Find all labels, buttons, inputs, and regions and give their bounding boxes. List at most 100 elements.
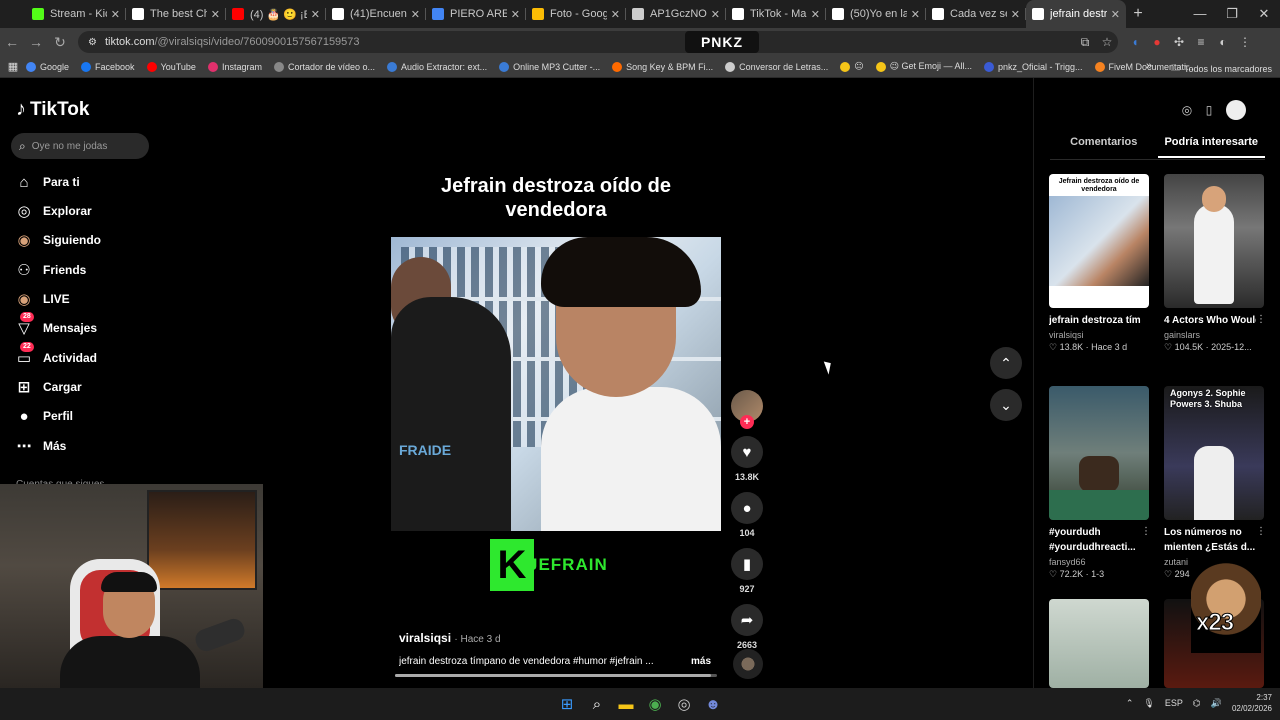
- author-name[interactable]: viralsiqsi: [399, 631, 451, 645]
- music-disc[interactable]: [733, 649, 763, 679]
- browser-tab[interactable]: AP1GczNOfl7a ✕: [626, 0, 726, 28]
- card-more-icon[interactable]: ⋮: [1141, 526, 1151, 537]
- sidebar-item-ms[interactable]: ⋯ Más: [14, 434, 67, 458]
- browser-tab[interactable]: (4) 🎂 🙂 ¡BRD ✕: [226, 0, 326, 28]
- search-input[interactable]: ⌕ Oye no me jodas: [11, 133, 149, 159]
- install-app-icon[interactable]: ⧉: [1074, 35, 1096, 50]
- coin-icon[interactable]: ◎: [1176, 103, 1198, 117]
- profile-avatar-icon[interactable]: ◐: [1212, 31, 1234, 53]
- video-progress-bar[interactable]: [395, 674, 717, 677]
- card-user[interactable]: viralsiqsi: [1049, 330, 1151, 340]
- suggested-card[interactable]: [1049, 599, 1151, 688]
- suggested-card[interactable]: Agonys 2. Sophie Powers 3. Shuba Los núm…: [1164, 386, 1266, 580]
- sidebar-item-siguiendo[interactable]: ◉ Siguiendo: [14, 228, 101, 252]
- apps-grid-icon[interactable]: ▦: [0, 60, 26, 73]
- tab-close-icon[interactable]: ✕: [211, 8, 220, 21]
- tab-close-icon[interactable]: ✕: [111, 8, 120, 21]
- sidebar-item-perfil[interactable]: ● Perfil: [14, 404, 73, 428]
- browser-tab[interactable]: (50)Yo en la vid ✕: [826, 0, 926, 28]
- video-author[interactable]: viralsiqsi · Hace 3 d: [399, 631, 501, 645]
- author-avatar[interactable]: +: [731, 390, 763, 429]
- follow-plus-icon[interactable]: +: [740, 415, 754, 429]
- bookmark-item[interactable]: Facebook: [81, 61, 135, 72]
- card-thumbnail[interactable]: [1049, 599, 1149, 688]
- new-tab-button[interactable]: +: [1126, 5, 1150, 23]
- sidebar-item-parati[interactable]: ⌂ Para ti: [14, 170, 79, 194]
- tab-close-icon[interactable]: ✕: [311, 8, 320, 21]
- sidebar-item-actividad[interactable]: ▭ 22 Actividad: [14, 342, 97, 370]
- volume-icon[interactable]: 🔊: [1211, 698, 1222, 709]
- device-icon[interactable]: ▯: [1198, 103, 1220, 117]
- bookmark-item[interactable]: Audio Extractor: ext...: [387, 61, 487, 72]
- site-info-icon[interactable]: ⚙: [88, 37, 97, 48]
- bookmark-item[interactable]: 😐: [840, 61, 864, 72]
- browser-tab[interactable]: jefrain destroza ✕: [1026, 0, 1126, 28]
- extension-record-icon[interactable]: ●: [1146, 31, 1168, 53]
- sidebar-item-cargar[interactable]: ⊞ Cargar: [14, 375, 82, 399]
- card-user[interactable]: gainslars: [1164, 330, 1266, 340]
- restore-icon[interactable]: ❐: [1216, 6, 1248, 22]
- mic-icon[interactable]: 🎙: [1143, 698, 1154, 709]
- tab-suggested[interactable]: Podría interesarte: [1157, 136, 1265, 158]
- media-control-icon[interactable]: ≡: [1190, 31, 1212, 53]
- browser-tab[interactable]: TikTok - Make ✕: [726, 0, 826, 28]
- browser-tab[interactable]: PIERO ARENAS ✕: [426, 0, 526, 28]
- extension-audio-icon[interactable]: ◖: [1124, 31, 1146, 53]
- windows-start-icon[interactable]: ⊞: [553, 690, 581, 718]
- close-window-icon[interactable]: ✕: [1248, 6, 1280, 22]
- tab-close-icon[interactable]: ✕: [811, 8, 820, 21]
- bookmark-item[interactable]: 😉 Get Emoji — All...: [875, 61, 972, 72]
- minimize-icon[interactable]: —: [1184, 6, 1216, 22]
- card-user[interactable]: fansyd66: [1049, 557, 1151, 567]
- card-thumbnail[interactable]: Jefrain destroza oído de vendedora: [1049, 174, 1149, 308]
- sidebar-item-friends[interactable]: ⚇ Friends: [14, 258, 86, 282]
- bookmarks-overflow-icon[interactable]: »: [1146, 60, 1152, 72]
- back-icon[interactable]: ←: [0, 34, 24, 50]
- suggested-card[interactable]: 4 Actors Who Wouldn't Really... gainslar…: [1164, 174, 1266, 353]
- all-bookmarks-button[interactable]: 🗀 Todos los marcadores: [1171, 61, 1272, 77]
- obs-icon[interactable]: ◎: [670, 690, 698, 718]
- suggested-card[interactable]: Jefrain destroza oído de vendedora jefra…: [1049, 174, 1151, 353]
- sidebar-item-explorar[interactable]: ◎ Explorar: [14, 199, 91, 223]
- save-button[interactable]: ▮: [731, 548, 763, 580]
- bookmark-item[interactable]: Cortador de vídeo o...: [273, 61, 375, 72]
- share-button[interactable]: ➦: [731, 604, 763, 636]
- file-explorer-icon[interactable]: ▬: [612, 690, 640, 718]
- forward-icon[interactable]: →: [24, 34, 48, 50]
- browser-tab[interactable]: Foto - Google ✕: [526, 0, 626, 28]
- tab-close-icon[interactable]: ✕: [511, 8, 520, 21]
- tab-comments[interactable]: Comentarios: [1050, 136, 1158, 158]
- next-video-button[interactable]: ⌄: [990, 389, 1022, 421]
- tab-close-icon[interactable]: ✕: [1111, 8, 1120, 21]
- tab-close-icon[interactable]: ✕: [911, 8, 920, 21]
- extensions-puzzle-icon[interactable]: ✣: [1168, 31, 1190, 53]
- card-thumbnail[interactable]: Agonys 2. Sophie Powers 3. Shuba: [1164, 386, 1264, 520]
- chrome-icon[interactable]: ◉: [641, 690, 669, 718]
- bookmark-item[interactable]: Song Key & BPM Fi...: [612, 61, 713, 72]
- tab-close-icon[interactable]: ✕: [711, 8, 720, 21]
- card-thumbnail[interactable]: [1164, 174, 1264, 308]
- clock[interactable]: 2:37 02/02/2026: [1232, 692, 1272, 714]
- previous-video-button[interactable]: ⌃: [990, 347, 1022, 379]
- bookmark-item[interactable]: pnkz_Oficial - Trigg...: [984, 61, 1083, 72]
- comment-button[interactable]: ●: [731, 492, 763, 524]
- like-button[interactable]: ♥: [731, 436, 763, 468]
- card-more-icon[interactable]: ⋮: [1256, 314, 1266, 325]
- language-indicator[interactable]: ESP: [1165, 698, 1183, 708]
- more-button[interactable]: más: [691, 656, 711, 667]
- tab-close-icon[interactable]: ✕: [411, 8, 420, 21]
- browser-menu-icon[interactable]: ⋮: [1234, 31, 1256, 53]
- sidebar-item-mensajes[interactable]: ▽ 28 Mensajes: [14, 312, 97, 340]
- tiktok-logo[interactable]: ♪ TikTok: [16, 98, 89, 121]
- bookmark-item[interactable]: Google: [26, 61, 69, 72]
- bookmark-item[interactable]: Conversor de Letras...: [725, 61, 828, 72]
- user-avatar[interactable]: [1226, 100, 1246, 120]
- bookmark-item[interactable]: YouTube: [146, 61, 196, 72]
- browser-tab[interactable]: Stream - Kick D ✕: [26, 0, 126, 28]
- search-icon[interactable]: ⌕: [583, 690, 611, 718]
- suggested-card[interactable]: #yourdudh #yourdudhreacti... fansyd66 ♡ …: [1049, 386, 1151, 580]
- network-icon[interactable]: ⌬: [1193, 698, 1201, 709]
- bookmark-star-icon[interactable]: ☆: [1096, 35, 1118, 50]
- tab-close-icon[interactable]: ✕: [611, 8, 620, 21]
- browser-tab[interactable]: The best Chatb ✕: [126, 0, 226, 28]
